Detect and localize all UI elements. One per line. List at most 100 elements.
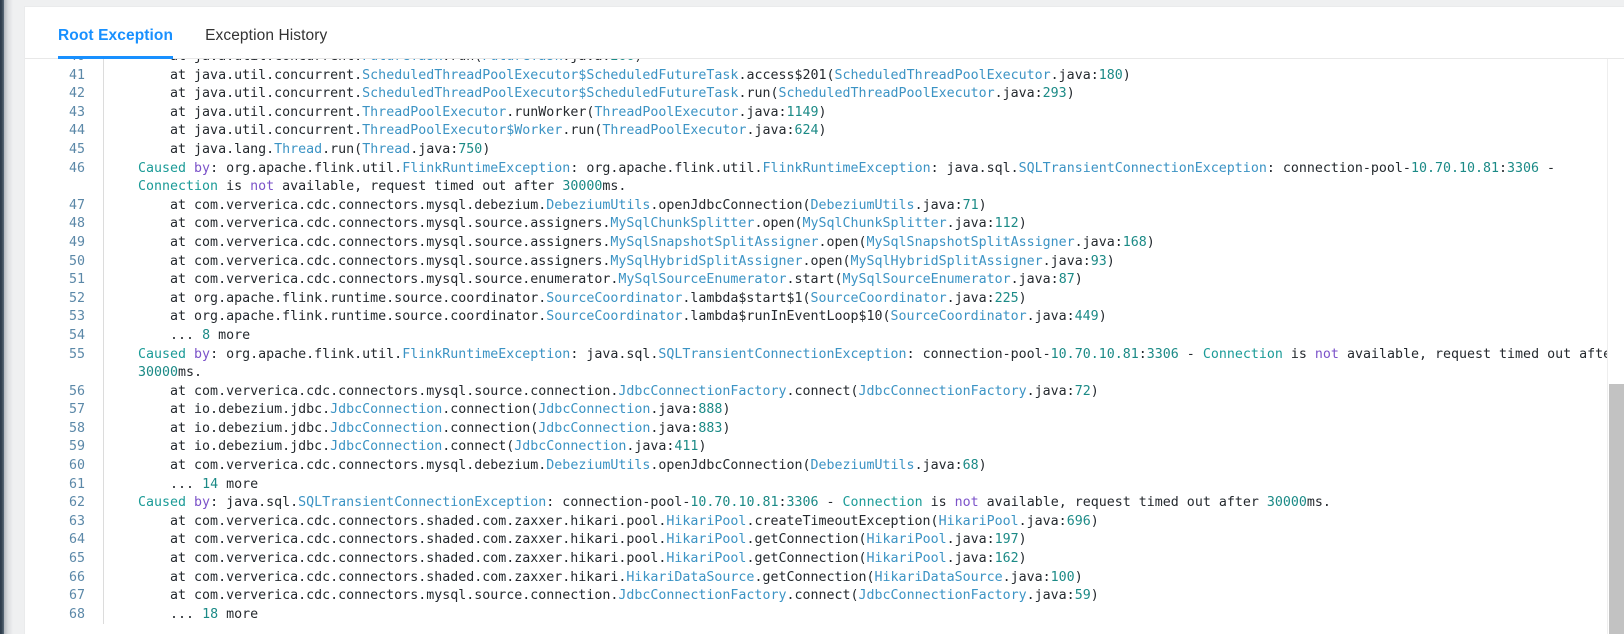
token-plain: .lambda$start$1(	[682, 290, 811, 306]
token-plain: at io.debezium.jdbc.	[138, 439, 331, 455]
line-number: 65	[68, 551, 85, 567]
token-num: 1149	[786, 104, 819, 120]
token-plain: at org.apache.flink.runtime.source.coord…	[138, 290, 547, 306]
stacktrace-line: 64 at com.ververica.cdc.connectors.shade…	[25, 531, 1624, 551]
token-cls: HikariPool	[866, 551, 947, 567]
token-plain: .java:	[1026, 309, 1075, 325]
line-content: at com.ververica.cdc.connectors.shaded.c…	[104, 569, 1624, 588]
line-number: 54	[68, 327, 85, 343]
line-number: 50	[68, 253, 85, 269]
line-number: 40	[25, 59, 103, 67]
line-number: 62	[68, 495, 85, 511]
token-cls: ThreadPoolExecutor	[362, 104, 507, 120]
token-plain: .connect(	[442, 439, 515, 455]
stacktrace-line: 59 at io.debezium.jdbc.JdbcConnection.co…	[25, 438, 1624, 458]
token-plain: .lambda$runInEventLoop$10(	[682, 309, 891, 325]
line-number: 67	[68, 588, 85, 604]
token-plain: at com.ververica.cdc.connectors.mysql.so…	[138, 253, 611, 269]
line-number: 52	[68, 290, 85, 306]
token-plain: .java:	[738, 104, 787, 120]
token-plain: at com.ververica.cdc.connectors.shaded.c…	[138, 569, 627, 585]
token-kw: Caused	[138, 495, 195, 511]
token-plain: ...	[138, 327, 203, 343]
token-kw2: by	[194, 495, 211, 511]
token-plain: : java.sql.	[930, 160, 1019, 176]
token-cls: SourceCoordinator	[546, 290, 683, 306]
stacktrace-line: 65 at com.ververica.cdc.connectors.shade…	[25, 550, 1624, 569]
stacktrace-line: 68 ... 18 more	[25, 605, 1624, 625]
line-content: ... 14 more	[104, 476, 1624, 495]
token-plain: is	[1282, 346, 1315, 362]
token-plain: at com.ververica.cdc.connectors.shaded.c…	[138, 513, 667, 529]
token-kw: Caused	[138, 346, 195, 362]
token-cls: JdbcConnection	[330, 402, 443, 418]
stacktrace-line: 52 at org.apache.flink.runtime.source.co…	[25, 289, 1624, 309]
token-num: 411	[674, 439, 699, 455]
token-plain: : org.apache.flink.util.	[210, 346, 403, 362]
vertical-scrollbar-thumb[interactable]	[1609, 384, 1624, 634]
tab-exception-history[interactable]: Exception History	[189, 27, 343, 59]
line-number: 56	[68, 383, 85, 399]
token-num: 93	[1090, 253, 1107, 269]
token-plain: -	[818, 495, 843, 511]
line-content: at com.ververica.cdc.connectors.mysql.so…	[104, 215, 1624, 234]
token-plain: .getConnection(	[746, 532, 867, 548]
token-cls: FlinkRuntimeException	[402, 346, 571, 362]
token-num: 162	[994, 551, 1019, 567]
token-num: 68	[962, 458, 979, 474]
token-num: 10.70.10.81	[1050, 346, 1139, 362]
token-plain: at java.util.concurrent.	[138, 59, 362, 64]
token-plain: .java:	[746, 123, 795, 139]
token-cls: HikariPool	[666, 513, 747, 529]
token-plain: at com.ververica.cdc.connectors.mysql.de…	[138, 197, 547, 213]
token-plain: at com.ververica.cdc.connectors.mysql.so…	[138, 588, 619, 604]
stacktrace-line: 44 at java.util.concurrent.ThreadPoolExe…	[25, 122, 1624, 141]
token-kw2: not	[1314, 346, 1339, 362]
token-cls: FlinkRuntimeException	[762, 160, 931, 176]
token-plain: )	[698, 439, 707, 455]
token-num: 3306	[1146, 346, 1179, 362]
token-plain: : org.apache.flink.util.	[210, 160, 403, 176]
token-plain: .access$201(	[738, 67, 835, 83]
line-content: at com.ververica.cdc.connectors.mysql.so…	[104, 383, 1624, 402]
stacktrace-line: 55 Caused by: org.apache.flink.util.Flink…	[25, 345, 1624, 383]
line-content: at java.util.concurrent.ThreadPoolExecut…	[104, 122, 1624, 141]
token-plain: more	[210, 327, 251, 343]
token-num: 3306	[1507, 160, 1540, 176]
token-cls: HikariDataSource	[874, 569, 1003, 585]
token-plain: .connect(	[786, 383, 859, 399]
token-cls: Thread	[362, 141, 411, 157]
token-kw2: by	[194, 160, 211, 176]
token-cls: SourceCoordinator	[890, 309, 1027, 325]
token-cls: SourceCoordinator	[546, 309, 683, 325]
token-num: 30000	[562, 179, 603, 195]
tab-root-exception[interactable]: Root Exception	[42, 27, 189, 59]
token-cls: FutureTask	[362, 59, 442, 64]
token-plain: )	[1018, 551, 1027, 567]
line-content: at com.ververica.cdc.connectors.shaded.c…	[104, 550, 1624, 569]
token-plain: at com.ververica.cdc.connectors.shaded.c…	[138, 532, 667, 548]
stacktrace-scroll-region[interactable]: 40 at java.util.concurrent.FutureTask.ru…	[25, 59, 1624, 634]
token-plain: )	[1066, 86, 1075, 102]
token-num: 293	[1042, 86, 1067, 102]
line-content: at io.debezium.jdbc.JdbcConnection.conne…	[104, 401, 1624, 420]
token-num: 266	[610, 59, 634, 64]
line-number: 66	[68, 569, 85, 585]
token-plain: )	[634, 59, 642, 64]
app-window: Root ExceptionException History 40 at ja…	[0, 0, 1624, 634]
line-content: at com.ververica.cdc.connectors.mysql.so…	[104, 253, 1624, 272]
exception-panel-card: Root ExceptionException History 40 at ja…	[25, 7, 1624, 634]
token-cls: JdbcConnectionFactory	[858, 383, 1027, 399]
token-cls: MySqlChunkSplitter	[802, 216, 947, 232]
vertical-scrollbar-track[interactable]	[1607, 59, 1624, 634]
token-plain: .java:	[1050, 67, 1099, 83]
token-plain: available, request timed out after	[978, 495, 1267, 511]
token-cls: SQLTransientConnectionException	[298, 495, 547, 511]
line-number: 68	[68, 606, 85, 622]
token-plain: )	[1098, 309, 1107, 325]
token-cls: ScheduledThreadPoolExecutor	[778, 86, 995, 102]
stacktrace-line: 61 ... 14 more	[25, 475, 1624, 495]
token-plain: .getConnection(	[746, 551, 867, 567]
token-plain: )	[722, 420, 731, 436]
token-plain: .run(	[442, 59, 482, 64]
